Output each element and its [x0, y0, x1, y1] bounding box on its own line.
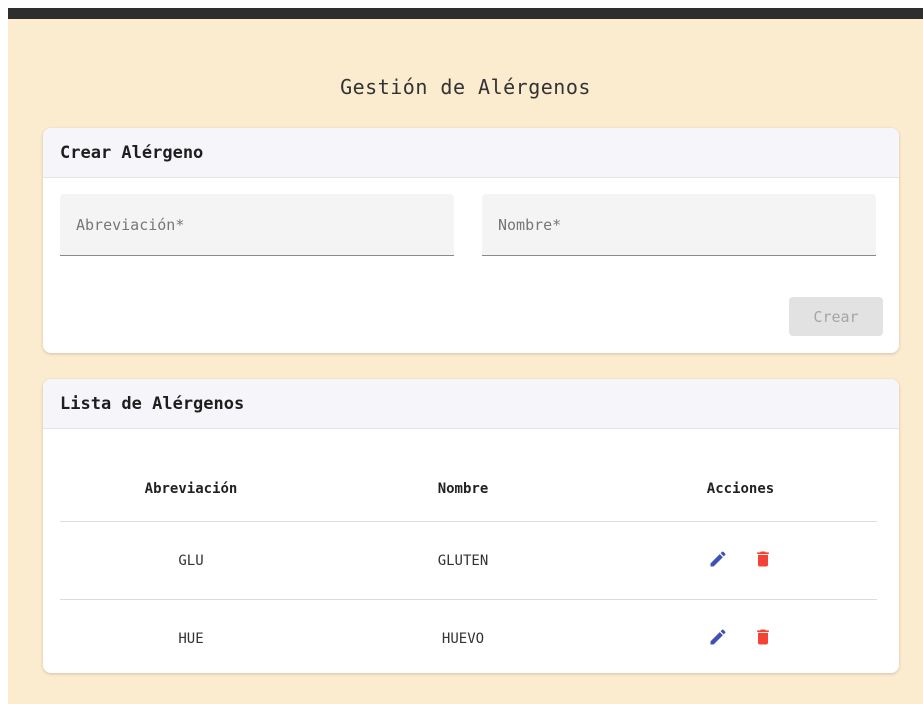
create-card-title: Crear Alérgeno	[43, 128, 899, 178]
allergen-table: Abreviación Nombre Acciones GLU GLUTEN H…	[60, 457, 877, 673]
table-row: GLU GLUTEN	[60, 521, 877, 600]
allergen-list-card: Lista de Alérgenos Abreviación Nombre Ac…	[43, 379, 899, 673]
cell-actions	[604, 521, 877, 600]
table-row: HUE HUEVO	[60, 600, 877, 674]
column-header-name: Nombre	[322, 457, 604, 522]
cell-name: HUEVO	[441, 630, 485, 647]
page: Gestión de Alérgenos Crear Alérgeno Crea…	[8, 19, 923, 704]
edit-button[interactable]	[708, 549, 728, 569]
delete-button[interactable]	[753, 549, 773, 569]
cell-name: GLUTEN	[322, 521, 604, 600]
name-input[interactable]	[482, 194, 876, 255]
create-allergen-card: Crear Alérgeno Crear	[43, 128, 899, 353]
column-header-abbreviation: Abreviación	[60, 457, 322, 522]
cell-abbreviation: HUE	[178, 630, 204, 647]
list-card-title: Lista de Alérgenos	[43, 379, 899, 429]
trash-icon	[757, 551, 769, 566]
column-header-actions: Acciones	[604, 457, 877, 522]
pencil-icon	[710, 628, 726, 644]
table-header-row: Abreviación Nombre Acciones	[60, 457, 877, 522]
create-button[interactable]: Crear	[789, 297, 883, 336]
abbreviation-field[interactable]	[60, 194, 454, 256]
abbreviation-input[interactable]	[60, 194, 454, 255]
name-field[interactable]	[482, 194, 876, 256]
page-title: Gestión de Alérgenos	[340, 75, 591, 99]
pencil-icon	[710, 550, 726, 566]
top-bar	[8, 8, 923, 19]
cell-actions	[604, 600, 877, 674]
trash-icon	[757, 629, 769, 644]
cell-abbreviation: GLU	[60, 521, 322, 600]
delete-button[interactable]	[753, 627, 773, 647]
edit-button[interactable]	[708, 627, 728, 647]
